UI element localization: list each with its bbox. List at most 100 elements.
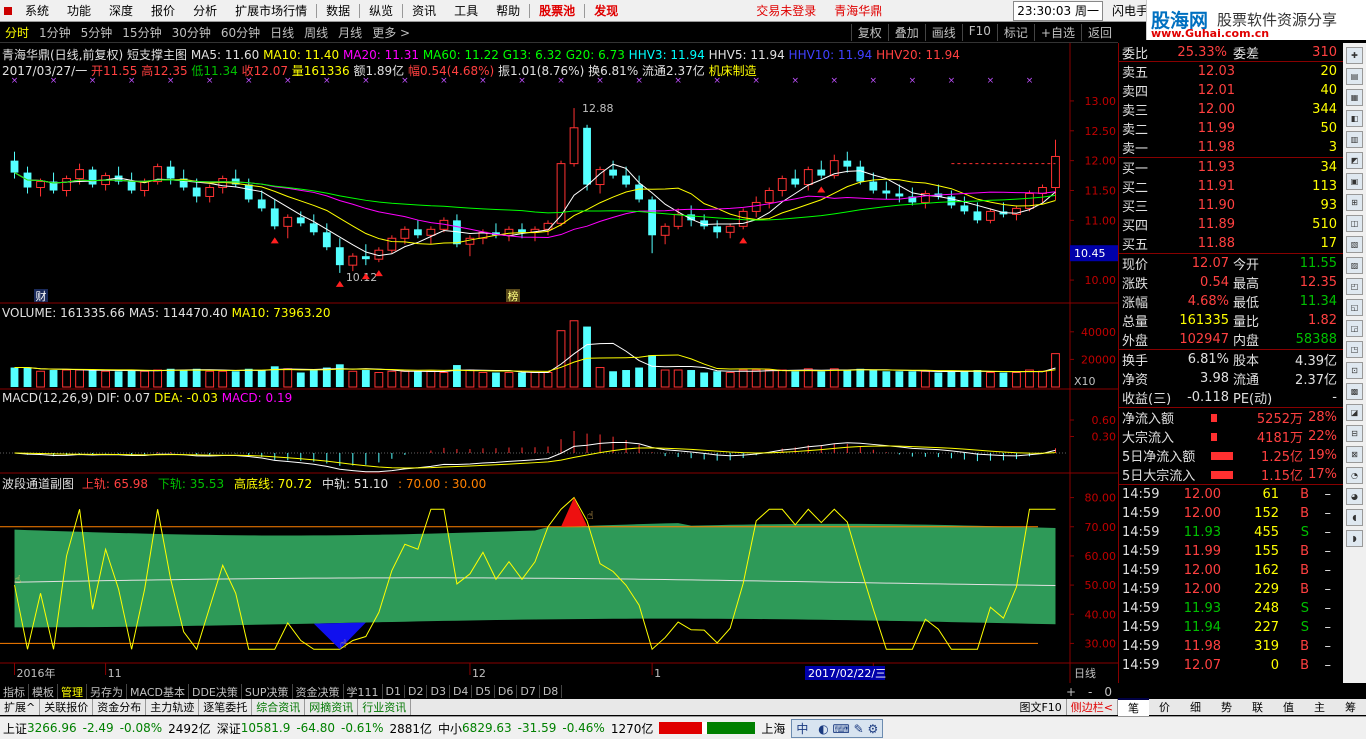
tool-strip-icon[interactable]: ◕	[1346, 488, 1363, 505]
tab-template[interactable]: 模板	[29, 683, 58, 700]
tab-manage[interactable]: 管理	[58, 683, 87, 700]
ime-toolbar[interactable]: 中 ◐ ⌨ ✎ ⚙	[791, 718, 884, 738]
tab-d3[interactable]: D3	[427, 685, 450, 698]
tab-fund[interactable]: 资金决策	[293, 683, 344, 700]
period-60min[interactable]: 60分钟	[216, 24, 265, 41]
tab-sidebar[interactable]: 侧边栏<	[1067, 699, 1118, 715]
tab-web-news[interactable]: 网摘资讯	[305, 699, 359, 715]
period-30min[interactable]: 30分钟	[167, 24, 216, 41]
zoom-out-button[interactable]: -	[1082, 685, 1098, 699]
rtab-related[interactable]: 联	[1242, 699, 1273, 715]
tool-strip-icon[interactable]: ◱	[1346, 299, 1363, 316]
rtab-main[interactable]: 主	[1304, 699, 1335, 715]
tab-dde[interactable]: DDE决策	[189, 683, 242, 700]
tab-d6[interactable]: D6	[495, 685, 518, 698]
ask-volume: 344	[1312, 102, 1337, 117]
tool-strip-icon[interactable]: ▥	[1346, 131, 1363, 148]
tool-strip-icon[interactable]: ◰	[1346, 278, 1363, 295]
tool-strip-icon[interactable]: ▦	[1346, 89, 1363, 106]
band-axis-label: 80.00	[1085, 492, 1117, 505]
kline-chart[interactable]: 13.0012.5012.0011.5011.0010.5010.0012.88…	[0, 43, 1118, 683]
period-more[interactable]: 更多 >	[367, 24, 415, 41]
period-15min[interactable]: 15分钟	[117, 24, 166, 41]
tab-fund-dist[interactable]: 资金分布	[93, 699, 147, 715]
tool-strip-icon[interactable]: ◧	[1346, 110, 1363, 127]
tool-strip-icon[interactable]: ◫	[1346, 215, 1363, 232]
tab-expand[interactable]: 扩展^	[0, 699, 41, 715]
tool-strip-icon[interactable]: ⊡	[1346, 362, 1363, 379]
login-status[interactable]: 交易未登录	[747, 0, 825, 22]
tool-strip-icon[interactable]: ◲	[1346, 320, 1363, 337]
zoom-reset-button[interactable]: 0	[1098, 685, 1118, 699]
tool-strip-icon[interactable]: ◪	[1346, 404, 1363, 421]
period-daily[interactable]: 日线	[265, 24, 299, 41]
tab-sup[interactable]: SUP决策	[242, 683, 293, 700]
menu-overview[interactable]: 纵览	[360, 0, 402, 22]
tool-strip-icon[interactable]: ◗	[1346, 530, 1363, 547]
tab-main-track[interactable]: 主力轨迹	[146, 699, 200, 715]
f10-button[interactable]: F10	[961, 24, 997, 41]
x-axis-period-label: 日线	[1074, 666, 1096, 680]
draw-button[interactable]: 画线	[924, 24, 962, 41]
tool-strip-icon[interactable]: ◔	[1346, 467, 1363, 484]
tab-order-detail[interactable]: 逐笔委托	[199, 699, 253, 715]
tool-strip-icon[interactable]: ⊠	[1346, 446, 1363, 463]
menu-tools[interactable]: 工具	[445, 0, 487, 22]
menu-system[interactable]: 系统	[16, 0, 58, 22]
tool-strip-icon[interactable]: ✚	[1346, 47, 1363, 64]
menu-quote[interactable]: 报价	[142, 0, 184, 22]
tool-strip-icon[interactable]: ▨	[1346, 257, 1363, 274]
tab-f10[interactable]: 图文F10	[1015, 699, 1067, 715]
tab-indicator[interactable]: 指标	[0, 683, 29, 700]
tab-d2[interactable]: D2	[405, 685, 428, 698]
menu-data[interactable]: 数据	[317, 0, 359, 22]
menu-help[interactable]: 帮助	[487, 0, 529, 22]
tool-strip-icon[interactable]: ◩	[1346, 152, 1363, 169]
menu-news[interactable]: 资讯	[403, 0, 445, 22]
tab-general-news[interactable]: 综合资讯	[252, 699, 306, 715]
tool-strip-icon[interactable]: ▤	[1346, 68, 1363, 85]
tool-strip-icon[interactable]: ▧	[1346, 236, 1363, 253]
menu-function[interactable]: 功能	[58, 0, 100, 22]
rtab-tick[interactable]: 笔	[1118, 698, 1149, 716]
period-5min[interactable]: 5分钟	[76, 24, 118, 41]
tool-strip-icon[interactable]: ▣	[1346, 173, 1363, 190]
tool-strip-icon[interactable]: ◖	[1346, 509, 1363, 526]
tab-d8[interactable]: D8	[540, 685, 563, 698]
add-watchlist-button[interactable]: +自选	[1033, 24, 1081, 41]
tab-d5[interactable]: D5	[472, 685, 495, 698]
zoom-in-button[interactable]: +	[1060, 685, 1082, 699]
rtab-price[interactable]: 价	[1149, 699, 1180, 715]
tool-strip-icon[interactable]: ▩	[1346, 383, 1363, 400]
back-button[interactable]: 返回	[1080, 24, 1118, 41]
rtab-trend[interactable]: 势	[1211, 699, 1242, 715]
rtab-detail[interactable]: 细	[1180, 699, 1211, 715]
tool-strip-icon[interactable]: ⊟	[1346, 425, 1363, 442]
tab-d4[interactable]: D4	[450, 685, 473, 698]
sh-index-pct: -0.08%	[119, 721, 163, 735]
overlay-button[interactable]: 叠加	[887, 24, 925, 41]
rtab-chips[interactable]: 筹	[1335, 699, 1366, 715]
period-monthly[interactable]: 月线	[333, 24, 367, 41]
period-timeshare[interactable]: 分时	[0, 24, 34, 41]
tool-strip-icon[interactable]: ◳	[1346, 341, 1363, 358]
menu-analysis[interactable]: 分析	[184, 0, 226, 22]
tab-save-as[interactable]: 另存为	[87, 683, 127, 700]
tab-d1[interactable]: D1	[383, 685, 406, 698]
tab-related-quote[interactable]: 关联报价	[40, 699, 94, 715]
menu-stock-pool[interactable]: 股票池	[530, 0, 584, 22]
menu-depth[interactable]: 深度	[100, 0, 142, 22]
tab-xue111[interactable]: 学111	[344, 683, 383, 700]
rtab-value[interactable]: 值	[1273, 699, 1304, 715]
ime-lang[interactable]: 中	[796, 722, 808, 736]
period-1min[interactable]: 1分钟	[34, 24, 76, 41]
adjust-button[interactable]: 复权	[850, 24, 888, 41]
mark-button[interactable]: 标记	[996, 24, 1034, 41]
tab-d7[interactable]: D7	[517, 685, 540, 698]
period-weekly[interactable]: 周线	[299, 24, 333, 41]
tab-macd-basic[interactable]: MACD基本	[127, 683, 189, 700]
tool-strip-icon[interactable]: ⊞	[1346, 194, 1363, 211]
menu-discover[interactable]: 发现	[585, 0, 627, 22]
menu-ext-market[interactable]: 扩展市场行情	[226, 0, 316, 22]
tab-industry-news[interactable]: 行业资讯	[358, 699, 412, 715]
